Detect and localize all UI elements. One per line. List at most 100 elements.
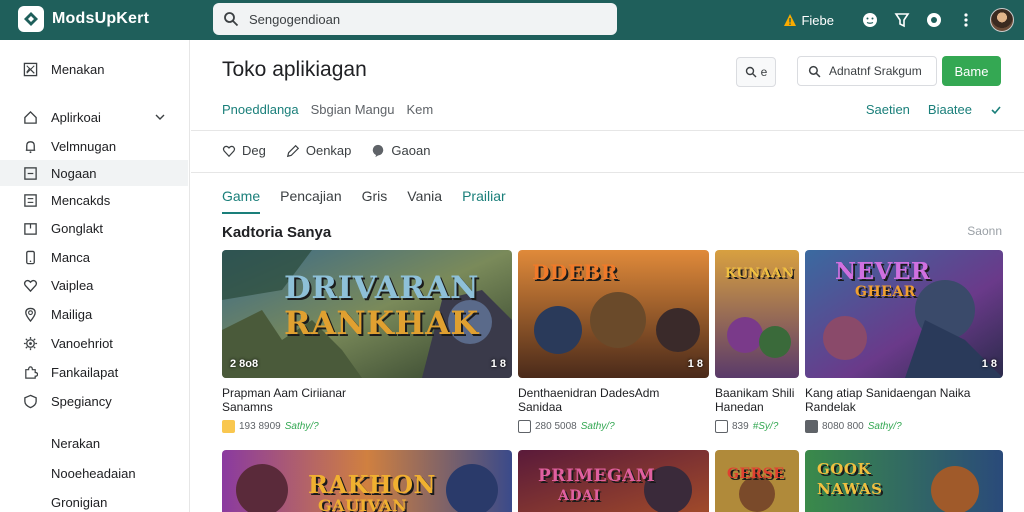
package-icon [715,420,728,433]
sidebar-item-label: Vanoehriot [51,335,113,351]
sidebar-item-0[interactable]: Menakan [0,56,188,82]
sidebar-link-1[interactable]: Nooeheadaian [0,460,188,486]
action-label: Oenkap [305,143,352,158]
sidebar-item-label: Aplirkoai [51,109,101,125]
list-icon [23,193,37,207]
divider [191,172,1024,173]
game-meta: 839 #Sy/? [715,420,799,433]
sidebar-item-label: Spegiancy [51,393,112,409]
sidebar-item-5[interactable]: Gonglakt [0,215,188,241]
filter-button[interactable] [886,6,918,34]
game-meta: 8080 800 Sathy/? [805,420,1003,433]
game-thumbnail[interactable]: DRIVARAN RANKHAK 2 8o8 1 8 [222,250,512,378]
sidebar-item-label: Nogaan [51,165,97,181]
sidebar-item-7[interactable]: Vaiplea [0,272,188,298]
funnel-icon [894,13,910,28]
sidebar-item-10[interactable]: Fankailapat [0,359,188,385]
sidebar-item-label: Mencakds [51,192,111,208]
search-bar[interactable] [213,3,617,35]
game-size: 839 [732,421,749,432]
sidebar-item-label: Fankailapat [51,364,119,380]
action-label: Gaoan [391,143,431,158]
subnav-item-2[interactable]: Kem [406,102,433,117]
game-title: Denthaenidran DadesAdm Sanidaa [518,386,709,414]
warning-label: Fiebe [801,12,834,28]
avatar[interactable] [990,8,1014,32]
sidebar-item-4[interactable]: Mencakds [0,187,188,213]
tab-2[interactable]: Gris [362,188,388,214]
check-icon[interactable] [990,104,1002,116]
game-title-line: Sanamns [222,400,273,414]
game-price: Sathy/? [867,421,902,432]
page-title: Toko aplikiagan [222,58,367,81]
game-card-5[interactable]: PRIMEGAM ADAI [518,450,709,512]
tab-3[interactable]: Vania [407,188,442,214]
game-logo-text: ADAI [558,488,601,504]
action-like[interactable]: Deg [222,143,266,158]
subnav-right-item-1[interactable]: Biaatee [928,102,972,117]
chevron-down-icon[interactable] [154,111,166,123]
warning-icon [784,14,797,26]
divider [191,130,1024,131]
sidebar-item-3[interactable]: Nogaan [0,160,188,186]
sidebar-item-8[interactable]: Mailiga [0,301,188,327]
game-card-0[interactable]: DRIVARAN RANKHAK 2 8o8 1 8 Prapman Aam C… [222,250,512,433]
subnav-item-1[interactable]: Sbgian Mangu [311,102,395,117]
settings-button[interactable] [918,6,950,34]
primary-button[interactable]: Bame [942,56,1001,86]
game-thumbnail[interactable]: PRIMEGAM ADAI [518,450,709,512]
game-card-7[interactable]: GOOK NAWAS [805,450,1003,512]
more-menu-button[interactable] [950,6,982,34]
game-card-3[interactable]: NEVER GHEAR 1 8 Kang atiap Sanidaengan N… [805,250,1003,433]
game-thumbnail[interactable]: KUNAAN [715,250,799,378]
search-input[interactable] [249,11,589,27]
action-comment[interactable]: Gaoan [371,143,430,158]
sidebar-link-2[interactable]: Gronigian [0,489,188,512]
sidebar-link-label: Gronigian [51,494,108,510]
package-icon [518,420,531,433]
sidebar-link-label: Nooeheadaian [51,465,136,481]
emoji-button[interactable] [854,6,886,34]
sidebar-item-label: Menakan [51,61,105,77]
tab-4[interactable]: Prailiar [462,188,506,214]
game-thumbnail[interactable]: NEVER GHEAR 1 8 [805,250,1003,378]
sidebar-item-6[interactable]: Manca [0,244,188,270]
app-logo-icon[interactable] [18,6,44,32]
record-icon [927,13,941,27]
game-thumbnail[interactable]: RAKHON GAUIVAN [222,450,512,512]
game-thumbnail[interactable]: GOOK NAWAS [805,450,1003,512]
game-logo-text: PRIMEGAM [538,466,656,486]
game-card-2[interactable]: KUNAAN Baanikam Shili Hanedan 839 #Sy/? [715,250,799,433]
filter-input[interactable]: Adnatnf Srakgum [797,56,937,86]
game-thumbnail[interactable]: DDEBR 1 8 [518,250,709,378]
game-card-6[interactable]: GERSE [715,450,799,512]
game-thumbnail[interactable]: GERSE [715,450,799,512]
sidebar-item-11[interactable]: Spegiancy [0,388,188,414]
sidebar-item-label: Gonglakt [51,220,104,236]
game-logo-text: GERSE [727,466,785,482]
sidebar-link-0[interactable]: Nerakan [0,430,188,456]
sidebar-item-2[interactable]: Velmnugan [0,133,188,159]
image-icon [23,62,37,76]
tab-games[interactable]: Game [222,188,261,214]
tab-1[interactable]: Pencajian [280,188,342,214]
game-card-4[interactable]: RAKHON GAUIVAN [222,450,512,512]
see-all-link[interactable]: Saonn [967,224,1002,238]
image-icon [805,420,818,433]
subnav-right: Saetien Biaatee [866,102,1002,117]
bell-icon [25,140,35,153]
sidebar-item-1[interactable]: Aplirkoai [0,104,188,130]
box-icon [23,222,37,235]
game-title: Baanikam Shili Hanedan [715,386,799,414]
search-icon [808,65,821,77]
small-search-button[interactable]: e [736,57,776,87]
section-title: Kadtoria Sanya [222,224,332,241]
action-edit[interactable]: Oenkap [286,143,352,158]
subnav-right-item-0[interactable]: Saetien [866,102,910,117]
sidebar-item-9[interactable]: Vanoehriot [0,330,188,356]
subnav-item-0[interactable]: Pnoeddlanga [222,102,299,117]
search-icon [224,12,239,27]
sidebar-item-label: Vaiplea [51,277,94,293]
game-card-1[interactable]: DDEBR 1 8 Denthaenidran DadesAdm Sanidaa … [518,250,709,433]
warning-indicator[interactable]: Fiebe [783,13,834,28]
